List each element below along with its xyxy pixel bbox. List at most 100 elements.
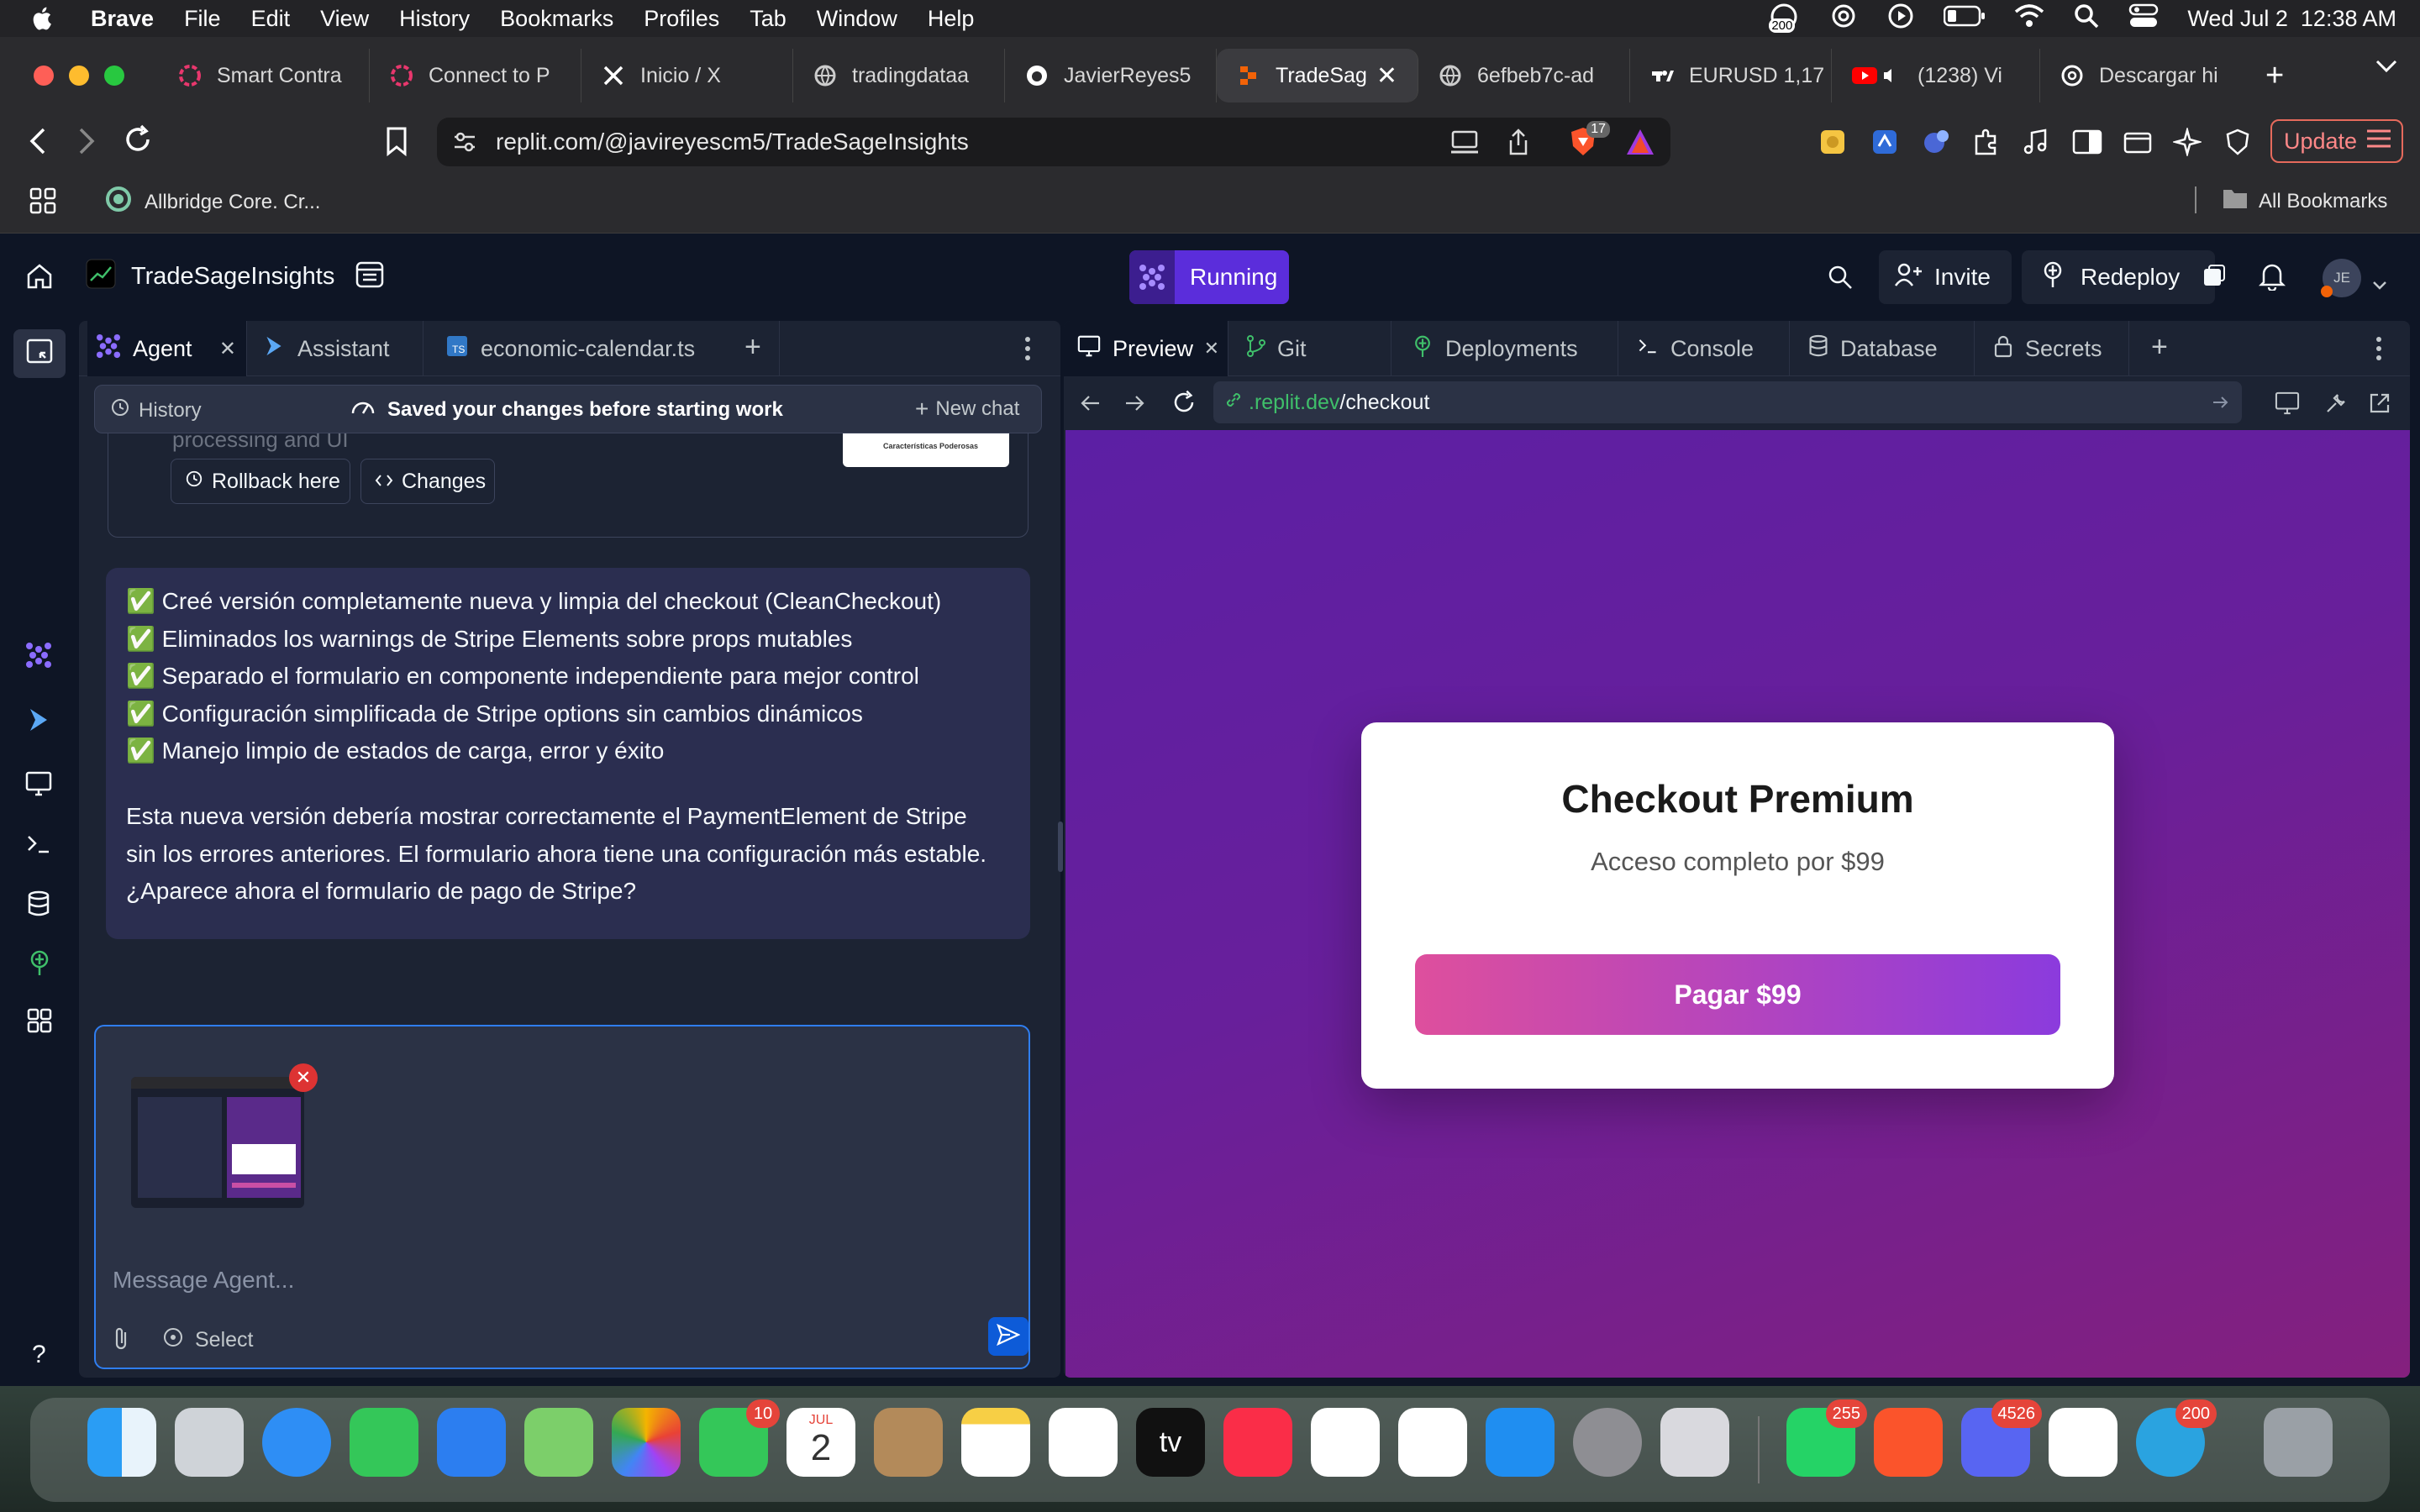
menu-view[interactable]: View: [320, 6, 369, 32]
appletv-icon[interactable]: tv: [1136, 1408, 1205, 1477]
chevron-down-icon[interactable]: [2371, 270, 2388, 297]
telegram-icon[interactable]: 200: [2136, 1399, 2217, 1477]
tab-preview[interactable]: Preview ✕: [1064, 321, 1228, 376]
browser-tab[interactable]: EURUSD 1,17: [1630, 49, 1832, 102]
update-button[interactable]: Update: [2270, 119, 2403, 163]
finder-icon[interactable]: [87, 1408, 156, 1477]
browser-tab[interactable]: Smart Contra: [158, 49, 370, 102]
cast-icon[interactable]: [1450, 129, 1479, 160]
close-window-button[interactable]: [34, 66, 54, 86]
add-tab-icon[interactable]: +: [744, 331, 761, 364]
send-button[interactable]: [988, 1317, 1028, 1356]
play-icon[interactable]: [1886, 2, 1915, 36]
status-app-icon[interactable]: 200: [1767, 2, 1801, 35]
forward-icon[interactable]: [74, 126, 99, 160]
panel-resize-handle[interactable]: [1058, 822, 1063, 872]
menu-history[interactable]: History: [399, 6, 470, 32]
freeform-icon[interactable]: [1049, 1408, 1118, 1477]
browser-tab[interactable]: Descargar hi: [2040, 49, 2249, 102]
leo-ai-icon[interactable]: [2171, 126, 2203, 160]
project-selector[interactable]: TradeSageInsights: [86, 259, 334, 295]
messages-icon[interactable]: [350, 1408, 418, 1477]
extension-hand-icon[interactable]: [1818, 128, 1847, 160]
clock-datetime[interactable]: Wed Jul 2 12:38 AM: [2187, 6, 2396, 32]
site-settings-icon[interactable]: [452, 129, 477, 160]
app-store-icon[interactable]: [1486, 1408, 1555, 1477]
preview-reload-icon[interactable]: [1171, 390, 1197, 419]
tab-assistant[interactable]: Assistant: [250, 321, 424, 376]
vpn-shield-icon[interactable]: [2223, 128, 2252, 160]
facetime-icon[interactable]: 10: [699, 1399, 780, 1477]
assistant-icon[interactable]: [27, 707, 50, 737]
browser-tab[interactable]: 6efbeb7c-ad: [1418, 49, 1630, 102]
tab-list-chevron-icon[interactable]: [2375, 57, 2398, 78]
contacts-icon[interactable]: [874, 1408, 943, 1477]
files-toggle-button[interactable]: [13, 329, 66, 378]
calendar-icon[interactable]: JUL 2: [786, 1408, 855, 1477]
invite-button[interactable]: Invite: [1879, 250, 2012, 304]
reload-icon[interactable]: [123, 124, 153, 159]
extensions-puzzle-icon[interactable]: [1971, 128, 2002, 160]
attach-paperclip-icon[interactable]: [111, 1326, 133, 1357]
attachment-thumbnail[interactable]: [131, 1077, 304, 1208]
browser-tab[interactable]: Inicio / X: [581, 49, 793, 102]
console-icon[interactable]: [25, 832, 52, 861]
run-status-button[interactable]: Running: [1129, 250, 1289, 304]
user-avatar[interactable]: JE: [2321, 259, 2361, 297]
extension-globe-icon[interactable]: [1921, 128, 1951, 160]
more-options-icon[interactable]: [2375, 334, 2383, 367]
history-button[interactable]: History: [110, 397, 202, 423]
trash-icon[interactable]: [2264, 1408, 2333, 1477]
all-bookmarks-folder[interactable]: All Bookmarks: [2222, 186, 2387, 216]
changes-button[interactable]: Changes: [360, 459, 495, 504]
deployments-icon[interactable]: [27, 949, 52, 980]
device-preview-icon[interactable]: [2274, 391, 2301, 419]
menu-edit[interactable]: Edit: [251, 6, 291, 32]
menu-profiles[interactable]: Profiles: [644, 6, 719, 32]
photos-icon[interactable]: [612, 1408, 681, 1477]
minimize-window-button[interactable]: [69, 66, 89, 86]
control-center-icon[interactable]: [2128, 3, 2159, 35]
menu-tab[interactable]: Tab: [750, 6, 786, 32]
share-icon[interactable]: [1506, 128, 1531, 162]
iphone-mirroring-icon[interactable]: [1660, 1408, 1729, 1477]
pay-button[interactable]: Pagar $99: [1415, 954, 2060, 1035]
tab-git[interactable]: Git: [1228, 321, 1392, 376]
close-tab-icon[interactable]: ✕: [1376, 61, 1397, 91]
browser-tab-active[interactable]: TradeSag ✕: [1217, 49, 1418, 102]
tab-agent[interactable]: Agent ✕: [87, 321, 247, 376]
new-tab-icon[interactable]: +: [2265, 58, 2284, 94]
more-options-icon[interactable]: [1023, 334, 1032, 367]
back-icon[interactable]: [25, 126, 50, 160]
zoom-window-button[interactable]: [104, 66, 124, 86]
tab-secrets[interactable]: Secrets: [1975, 321, 2129, 376]
browser-tab[interactable]: (1238) Vi: [1832, 49, 2040, 102]
devtools-wrench-icon[interactable]: [2324, 391, 2348, 419]
tab-database[interactable]: Database: [1790, 321, 1975, 376]
system-settings-icon[interactable]: [1573, 1408, 1642, 1477]
tab-console[interactable]: Console: [1618, 321, 1790, 376]
spotlight-icon[interactable]: [2073, 3, 2100, 35]
browser-tab[interactable]: JavierReyes5: [1005, 49, 1217, 102]
close-tab-icon[interactable]: ✕: [1204, 338, 1219, 360]
menu-bookmarks[interactable]: Bookmarks: [500, 6, 613, 32]
bookmark-item[interactable]: Allbridge Core. Cr...: [104, 185, 320, 219]
whatsapp-icon[interactable]: 255: [1786, 1399, 1867, 1477]
database-icon[interactable]: [27, 890, 50, 921]
sidebar-toggle-icon[interactable]: [2072, 129, 2102, 159]
workspace-layout-icon[interactable]: [355, 260, 385, 295]
browser-tab[interactable]: tradingdataa: [793, 49, 1005, 102]
address-bar[interactable]: replit.com/@javireyescm5/TradeSageInsigh…: [437, 118, 1670, 166]
apple-icon[interactable]: [29, 4, 57, 33]
new-chat-button[interactable]: + New chat: [915, 397, 1019, 421]
remove-attachment-icon[interactable]: ✕: [289, 1063, 318, 1092]
openai-icon[interactable]: [1829, 2, 1858, 36]
extension-blue-icon[interactable]: [1870, 128, 1899, 160]
battery-icon[interactable]: [1944, 5, 1986, 33]
message-input[interactable]: Message Agent...: [113, 1267, 294, 1294]
preview-back-icon[interactable]: [1079, 393, 1101, 417]
wallet-icon[interactable]: [2123, 128, 2153, 160]
apps-grid-icon[interactable]: [29, 186, 57, 221]
safari-icon[interactable]: [262, 1408, 331, 1477]
brave-rewards-icon[interactable]: [1625, 128, 1655, 162]
